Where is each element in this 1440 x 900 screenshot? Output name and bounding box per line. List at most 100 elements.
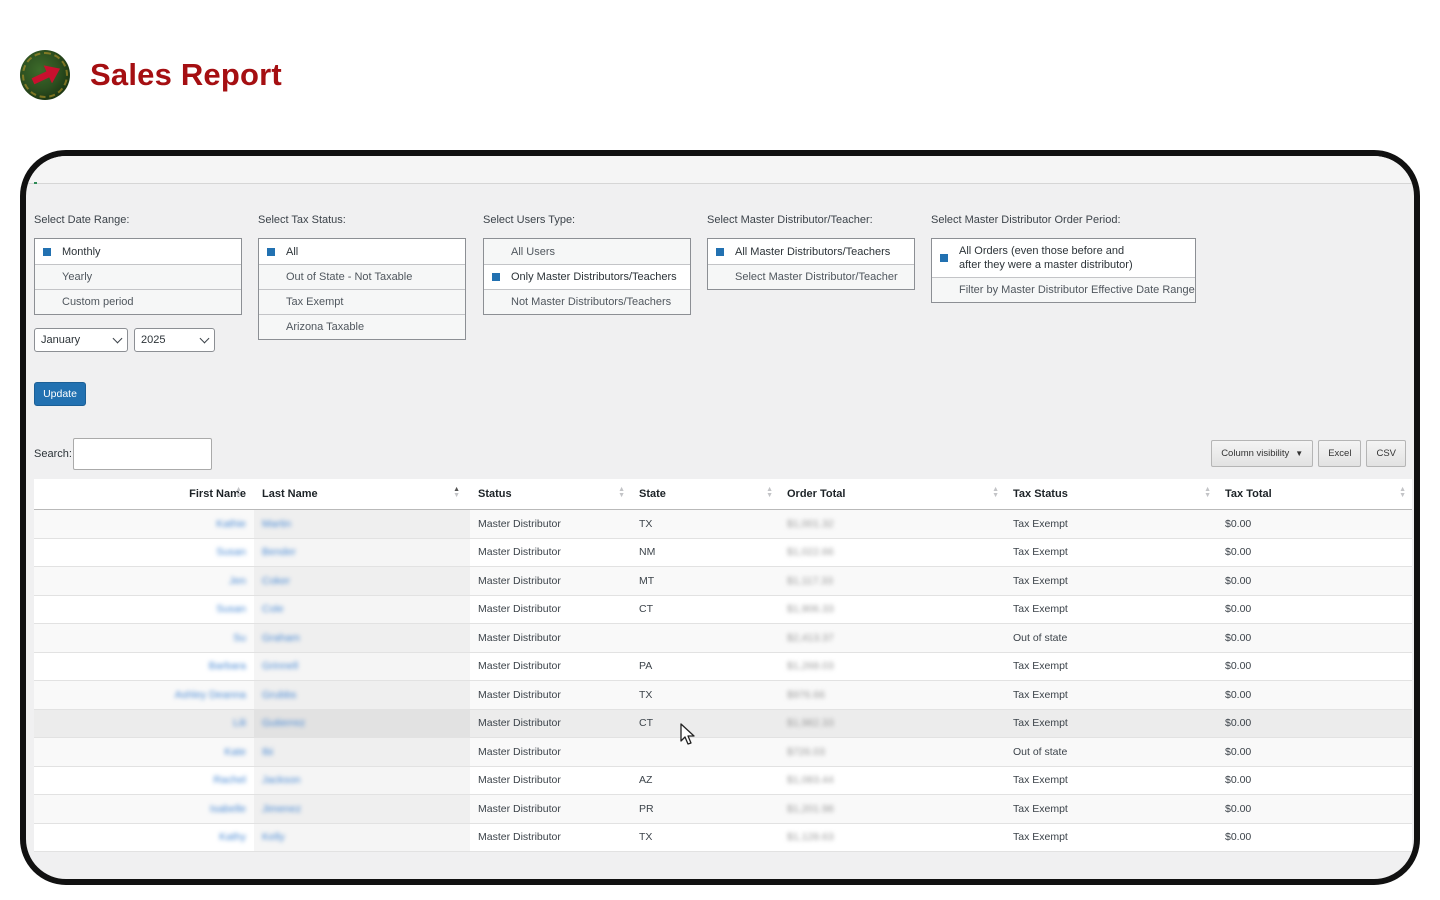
tax-status-cell: Tax Exempt <box>1005 596 1217 624</box>
last-name-cell[interactable]: Jackson <box>254 766 470 794</box>
filter-option[interactable]: Monthly <box>35 239 241 264</box>
tax-status-options: All Out of State - Not Taxable Tax Exempt A… <box>258 238 466 340</box>
first-name-cell[interactable]: Su <box>34 624 254 652</box>
last-name-cell[interactable]: Coker <box>254 567 470 595</box>
last-name-cell[interactable]: Bender <box>254 538 470 566</box>
first-name-cell[interactable]: Kate <box>34 738 254 766</box>
year-select[interactable]: 2025 <box>134 328 215 352</box>
column-title: Tax Total <box>1225 488 1272 500</box>
page-title: Sales Report <box>90 57 282 92</box>
last-name-cell[interactable]: Grinnell <box>254 652 470 680</box>
csv-export-button[interactable]: CSV <box>1366 440 1406 467</box>
month-select[interactable]: January <box>34 328 128 352</box>
filter-option[interactable]: Select Master Distributor/Teacher <box>708 264 914 289</box>
filter-option[interactable]: All Orders (even those before and after … <box>932 239 1195 277</box>
column-header-first-name[interactable]: First Name ▲ ▼ <box>34 479 254 509</box>
table-row[interactable]: Rachel Jackson Master Distributor AZ $1,083.… <box>34 766 1412 795</box>
table-header-row: First Name ▲ ▼ Last Name ▲ ▼ Status ▲ ▼ Sta… <box>34 479 1412 510</box>
first-name-cell[interactable]: Kathy <box>34 824 254 852</box>
table-row[interactable]: Barbara Grinnell Master Distributor PA $1,26… <box>34 652 1412 681</box>
column-header-tax-total[interactable]: Tax Total ▲ ▼ <box>1217 479 1412 509</box>
first-name-cell[interactable]: Susan <box>34 596 254 624</box>
first-name-cell[interactable]: Lili <box>34 710 254 738</box>
column-header-last-name[interactable]: Last Name ▲ ▼ <box>254 479 470 509</box>
filter-option[interactable]: All <box>259 239 465 264</box>
date-range-options: Monthly Yearly Custom period <box>34 238 242 315</box>
last-name-cell[interactable]: Grubbs <box>254 681 470 709</box>
state-cell: PR <box>631 795 779 823</box>
excel-export-button[interactable]: Excel <box>1318 440 1362 467</box>
table-row[interactable]: Isabelle Jimenez Master Distributor PR $1,20… <box>34 795 1412 824</box>
filter-label: Select Users Type: <box>483 214 576 226</box>
first-name-cell[interactable]: Jen <box>34 567 254 595</box>
sort-icon: ▲ ▼ <box>235 486 242 499</box>
selected-indicator-icon <box>492 273 500 281</box>
order-total-cell: $1,001.32 <box>779 510 1005 538</box>
column-header-status[interactable]: Status ▲ ▼ <box>470 479 631 509</box>
filter-option[interactable]: Filter by Master Distributor Effective D… <box>932 277 1195 302</box>
state-cell: CT <box>631 596 779 624</box>
last-name-cell[interactable]: Gutierrez <box>254 709 470 737</box>
tax-total-cell: $0.00 <box>1217 624 1412 652</box>
column-header-state[interactable]: State ▲ ▼ <box>631 479 779 509</box>
filter-option[interactable]: Out of State - Not Taxable <box>259 264 465 289</box>
first-name-cell[interactable]: Kathie <box>34 510 254 538</box>
filter-option-label: All <box>286 245 299 258</box>
last-name-cell-text: Martin <box>262 517 292 530</box>
filter-option[interactable]: Yearly <box>35 264 241 289</box>
first-name-cell[interactable]: Isabelle <box>34 795 254 823</box>
first-name-cell[interactable]: Barbara <box>34 653 254 681</box>
table-row[interactable]: Jen Coker Master Distributor MT $1,117.33 Tax… <box>34 567 1412 596</box>
table-row[interactable]: Kathie Martin Master Distributor TX $1,001.3… <box>34 510 1412 539</box>
filter-option[interactable]: All Master Distributors/Teachers <box>708 239 914 264</box>
filter-option[interactable]: Custom period <box>35 289 241 314</box>
last-name-cell-text: Jimenez <box>262 802 302 815</box>
column-header-tax-status[interactable]: Tax Status ▲ ▼ <box>1005 479 1217 509</box>
filter-option[interactable]: Arizona Taxable <box>259 314 465 339</box>
state-cell-text: PA <box>639 660 653 673</box>
tax-total-cell: $0.00 <box>1217 738 1412 766</box>
column-visibility-button[interactable]: Column visibility ▼ <box>1211 440 1314 467</box>
first-name-cell[interactable]: Susan <box>34 539 254 567</box>
first-name-cell[interactable]: Rachel <box>34 767 254 795</box>
table-row[interactable]: Lili Gutierrez Master Distributor CT $1,982.… <box>34 709 1412 738</box>
tax-total-cell-text: $0.00 <box>1225 574 1252 587</box>
sort-icon: ▲ ▼ <box>1399 486 1406 499</box>
filter-option[interactable]: Not Master Distributors/Teachers <box>484 289 690 314</box>
update-button[interactable]: Update <box>34 382 86 406</box>
table-row[interactable]: Susan Bender Master Distributor NM $1,022.66… <box>34 538 1412 567</box>
table-row[interactable]: Kate Ibi Master Distributor $726.03 Out of s… <box>34 738 1412 767</box>
tax-total-cell-text: $0.00 <box>1225 660 1252 673</box>
filter-option[interactable]: All Users <box>484 239 690 264</box>
filter-option-label: All Orders (even those before and after … <box>959 245 1133 271</box>
last-name-cell[interactable]: Ibi <box>254 738 470 766</box>
tax-total-cell: $0.00 <box>1217 539 1412 567</box>
status-cell: Master Distributor <box>470 624 631 652</box>
filter-option-label: Filter by Master Distributor Effective D… <box>959 284 1195 296</box>
last-name-cell-text: Bender <box>262 546 296 559</box>
filter-option[interactable]: Only Master Distributors/Teachers <box>484 264 690 289</box>
status-cell: Master Distributor <box>470 795 631 823</box>
table-row[interactable]: Ashley Deanna Grubbs Master Distributor TX $… <box>34 681 1412 710</box>
table-row[interactable]: Susan Cole Master Distributor CT $1,906.33 Ta… <box>34 595 1412 624</box>
first-name-cell[interactable]: Ashley Deanna <box>34 681 254 709</box>
first-name-cell-text: Susan <box>216 546 246 559</box>
last-name-cell[interactable]: Cole <box>254 595 470 623</box>
first-name-cell-text: Kathy <box>219 831 246 844</box>
search-input[interactable] <box>72 438 212 470</box>
table-row[interactable]: Kathy Kelly Master Distributor TX $1,128.63 T… <box>34 823 1412 852</box>
last-name-cell[interactable]: Martin <box>254 510 470 538</box>
tax-status-cell-text: Tax Exempt <box>1013 717 1068 730</box>
last-name-cell-text: Kelly <box>262 831 285 844</box>
last-name-cell[interactable]: Jimenez <box>254 795 470 823</box>
filter-option-label: Yearly <box>62 271 93 283</box>
column-header-order-total[interactable]: Order Total ▲ ▼ <box>779 479 1005 509</box>
table-row[interactable]: Su Graham Master Distributor $2,413.37 Out o… <box>34 624 1412 653</box>
last-name-cell[interactable]: Graham <box>254 624 470 652</box>
filter-option[interactable]: Tax Exempt <box>259 289 465 314</box>
tax-status-cell-text: Tax Exempt <box>1013 660 1068 673</box>
filters-area: Select Date Range: Monthly Yearly Custom p… <box>34 214 1414 424</box>
filter-order-period: Select Master Distributor Order Period: … <box>931 214 1196 303</box>
column-title: Order Total <box>787 488 846 500</box>
last-name-cell[interactable]: Kelly <box>254 823 470 851</box>
